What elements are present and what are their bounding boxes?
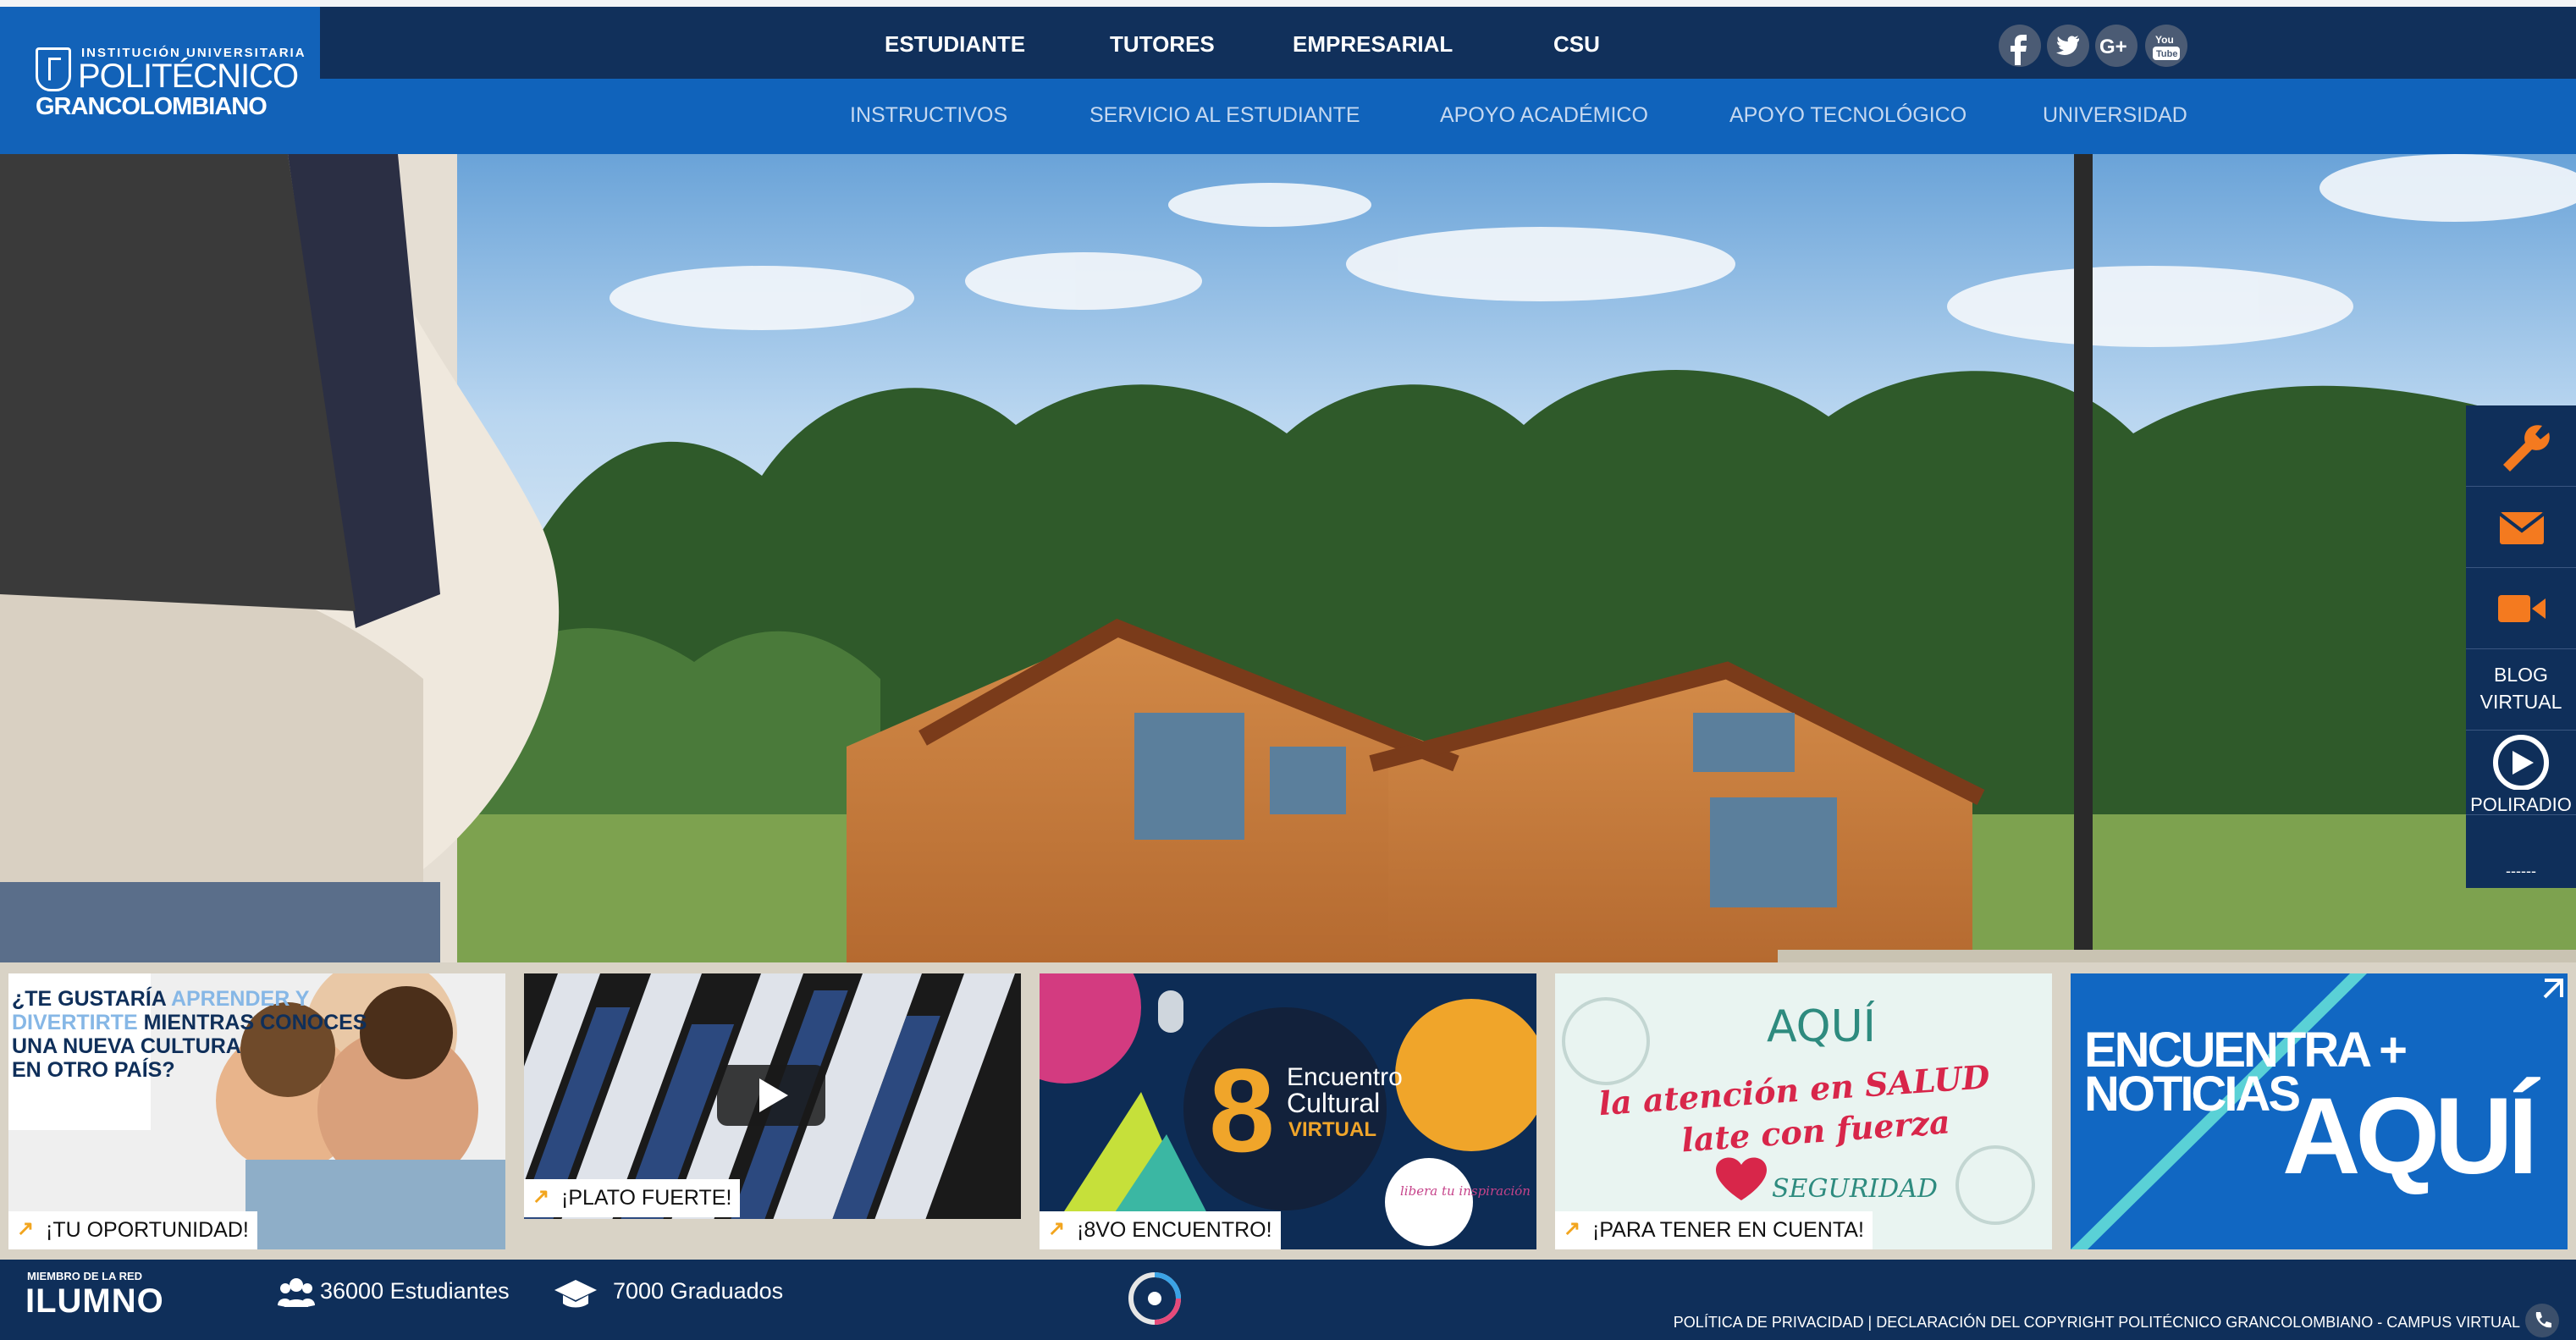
tool-video[interactable] [2466,568,2576,649]
salud-line1: AQUÍ [1767,1001,1876,1052]
subnav-universidad[interactable]: UNIVERSIDAD [2043,103,2187,128]
graduation-cap-icon [554,1277,597,1315]
tool-mail[interactable] [2466,487,2576,568]
phone-icon[interactable] [2525,1304,2559,1337]
main-header [0,7,2576,79]
card-8vo-encuentro[interactable]: 8 Encuentro Cultural VIRTUAL libera tu i… [1040,973,1536,1249]
students-count: 36000 Estudiantes [320,1278,510,1304]
twitter-icon[interactable] [2047,25,2089,67]
side-tools: BLOG VIRTUAL POLIRADIO ------ [2466,405,2576,888]
noticias-line2: NOTICIAS [2084,1067,2299,1122]
nav-tutores[interactable]: TUTORES [1110,31,1215,58]
svg-text:G+: G+ [2099,36,2127,58]
top-edge [0,0,2576,7]
card2-label: ¡PLATO FUERTE! [524,1179,741,1217]
microphone-icon [1158,990,1183,1033]
encuentro-number: 8 [1209,1044,1275,1177]
nav-estudiante[interactable]: ESTUDIANTE [885,31,1025,58]
encuentro-title-2: Cultural [1287,1088,1380,1118]
tool-poliradio[interactable]: POLIRADIO [2466,731,2576,815]
svg-text:You: You [2155,34,2174,46]
hero-banner [0,154,2576,962]
card-para-tener-en-cuenta[interactable]: AQUÍ la atención en SALUD late con fuerz… [1555,973,2052,1249]
logo-name-line2: GRANCOLOMBIANO [36,93,268,120]
google-plus-icon[interactable]: G+ [2095,25,2137,67]
graduates-count: 7000 Graduados [613,1278,784,1304]
tool-blog[interactable]: BLOG VIRTUAL [2466,649,2576,731]
loading-spinner-icon [1126,1270,1183,1332]
salud-line4: SEGURIDAD [1772,1174,1938,1204]
encuentro-badge: libera tu inspiración [1400,1183,1531,1199]
noticias-line3: AQUÍ [2282,1076,2540,1197]
nav-empresarial[interactable]: EMPRESARIAL [1293,31,1453,58]
subnav-apoyo-tecnologico[interactable]: APOYO TECNOLÓGICO [1729,103,1966,128]
card-noticias[interactable]: ENCUENTRA + NOTICIAS AQUÍ [2071,973,2568,1249]
card-plato-fuerte[interactable]: ¡PLATO FUERTE! [524,973,1021,1249]
svg-text:Tube: Tube [2156,49,2177,59]
card1-label: ¡TU OPORTUNIDAD! [8,1211,257,1249]
youtube-icon[interactable]: You Tube [2145,25,2187,67]
tool-settings[interactable] [2466,405,2576,487]
subnav-apoyo-academico[interactable]: APOYO ACADÉMICO [1440,103,1648,128]
poliradio-label: POLIRADIO [2470,794,2572,815]
subnav-servicio[interactable]: SERVICIO AL ESTUDIANTE [1089,103,1360,128]
students-icon [278,1277,315,1315]
blog-label: BLOG VIRTUAL [2479,664,2562,713]
wrench-icon [2503,425,2550,471]
footer-legal-links[interactable]: POLÍTICA DE PRIVACIDAD | DECLARACIÓN DEL… [1674,1314,2520,1332]
ilumno-logo[interactable]: ILUMNO [25,1282,164,1321]
video-camera-icon [2498,595,2546,622]
card3-label: ¡8VO ENCUENTRO! [1040,1211,1281,1249]
nav-csu[interactable]: CSU [1553,31,1600,58]
subnav-instructivos[interactable]: INSTRUCTIVOS [850,103,1007,128]
envelope-icon [2498,512,2546,544]
card4-label: ¡PARA TENER EN CUENTA! [1555,1211,1873,1249]
network-label: MIEMBRO DE LA RED [27,1270,143,1282]
more-tools[interactable]: ------ [2466,863,2576,880]
logo-emblem-icon [36,47,71,91]
encuentro-title-3: VIRTUAL [1288,1118,1376,1141]
facebook-icon[interactable] [1999,25,2041,67]
logo[interactable]: INSTITUCIÓN UNIVERSITARIA POLITÉCNICO GR… [0,7,320,154]
card-tu-oportunidad[interactable]: ¿TE GUSTARÍA APRENDER Y DIVERTIRTE MIENT… [8,973,505,1249]
play-button-icon[interactable] [717,1065,825,1126]
logo-name-line1: POLITÉCNICO [78,58,299,95]
play-circle-icon [2493,735,2549,791]
